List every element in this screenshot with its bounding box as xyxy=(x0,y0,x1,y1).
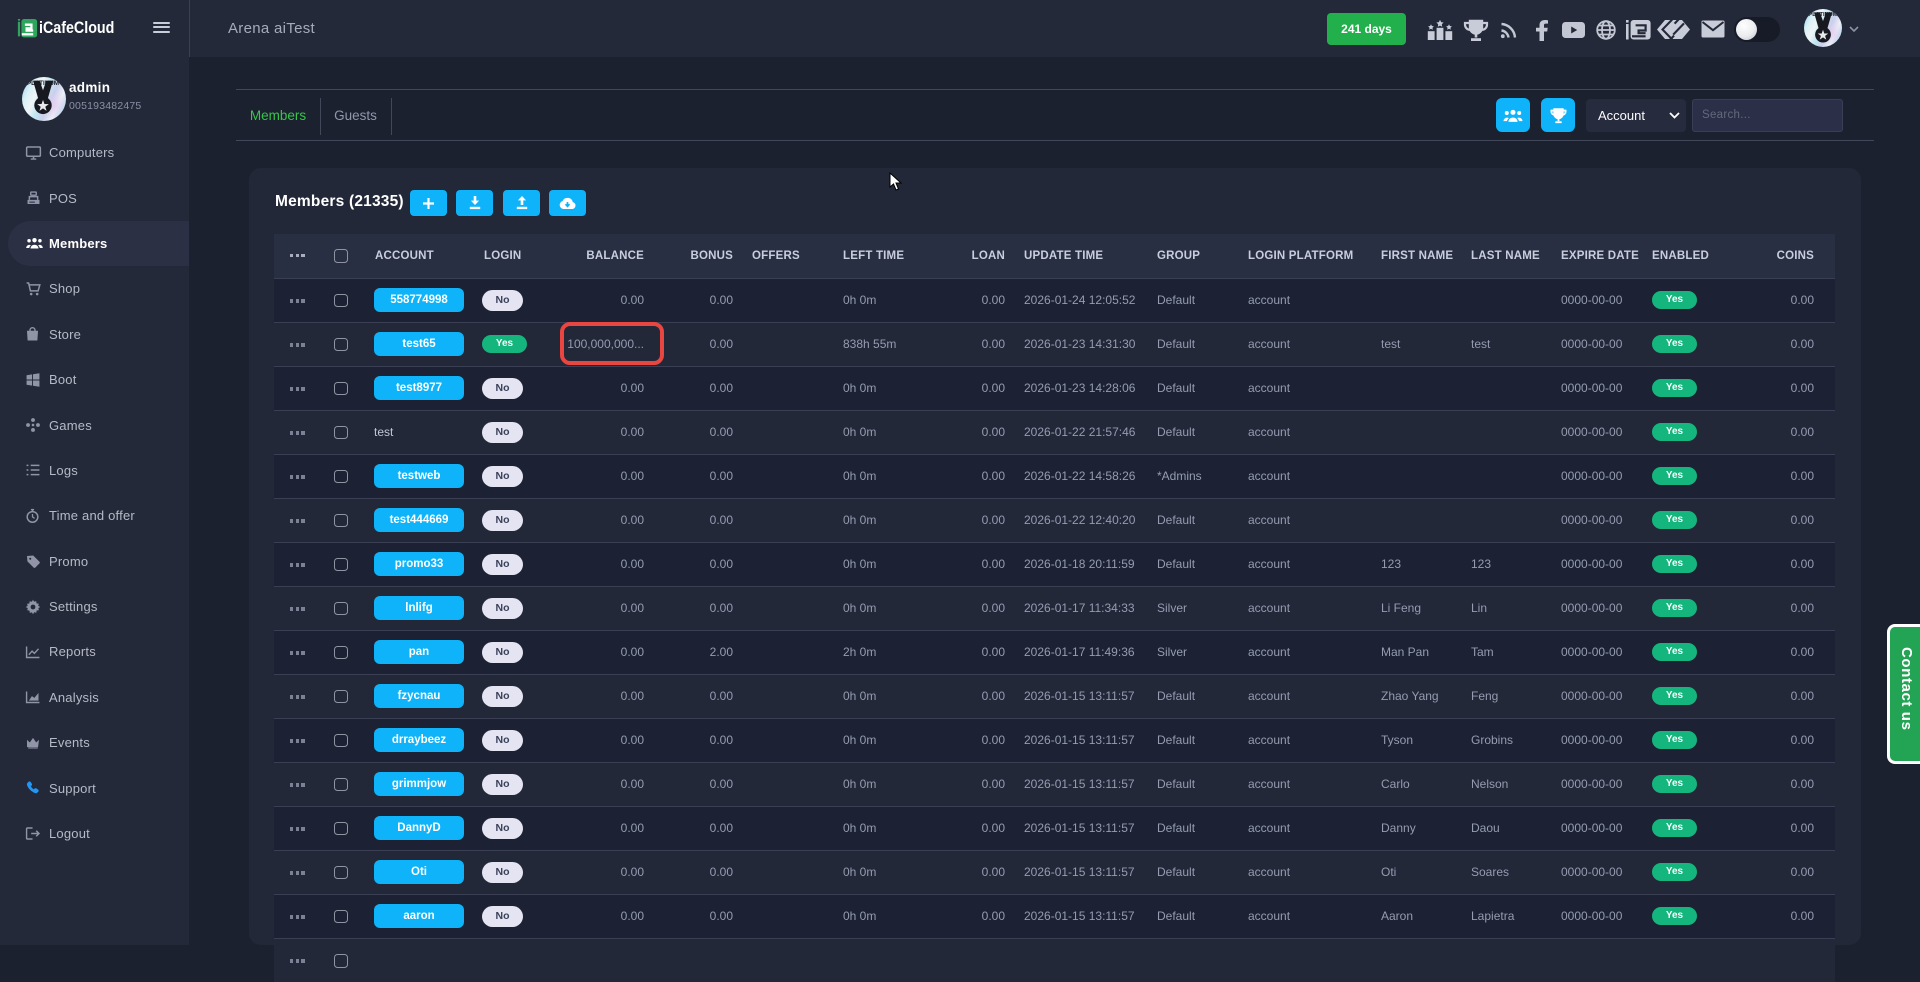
svg-text:PLATINUM: PLATINUM xyxy=(27,80,59,87)
svg-text:PLATINUM: PLATINUM xyxy=(1809,12,1838,18)
